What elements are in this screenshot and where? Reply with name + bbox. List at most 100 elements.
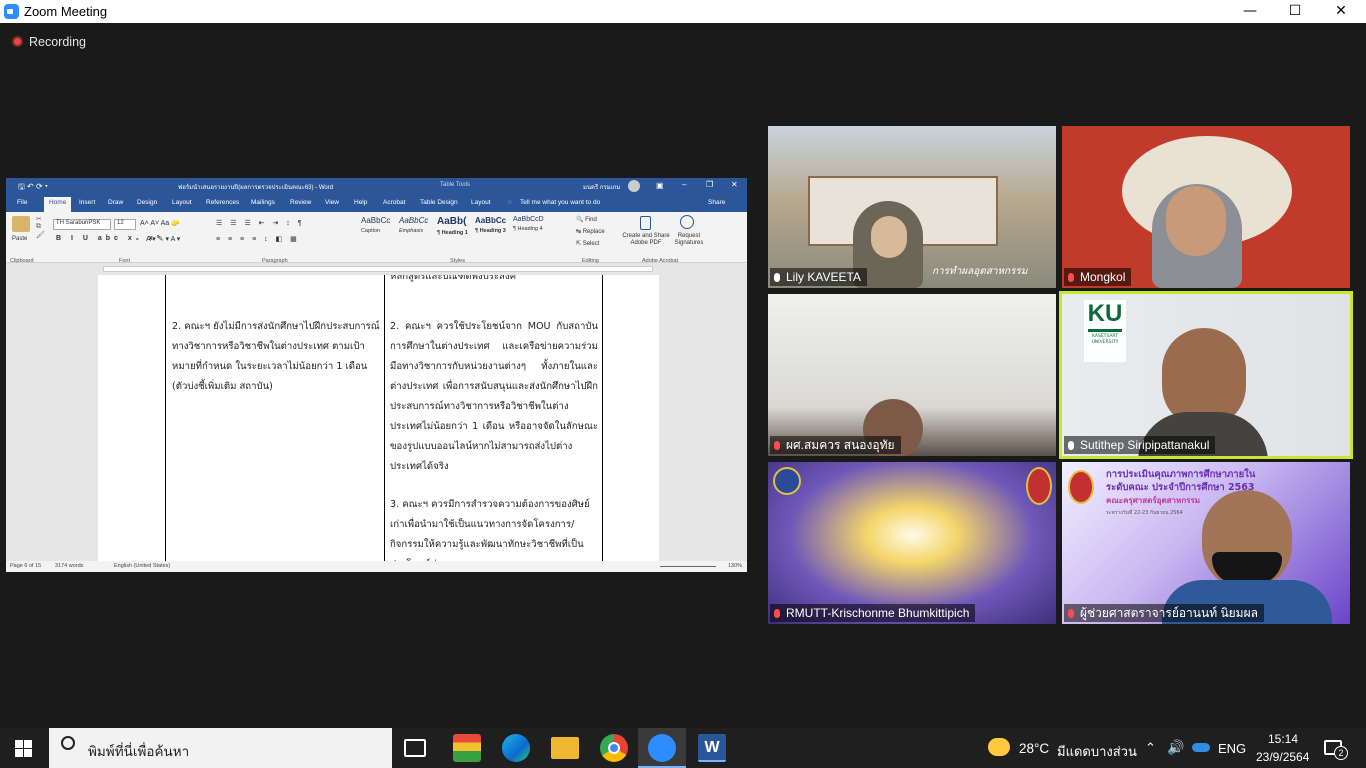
close-button[interactable]: ✕ — [1318, 0, 1364, 23]
tab-mailings[interactable]: Mailings — [251, 199, 275, 206]
font-size-select[interactable]: 12 — [114, 219, 136, 230]
input-language[interactable]: ENG — [1218, 741, 1246, 756]
request-signatures-button[interactable]: Request Signatures — [672, 233, 706, 247]
style-heading1[interactable]: AaBb(¶ Heading 1 — [437, 216, 474, 244]
document-area[interactable]: 2. คณะฯ ยังไม่มีการส่งนักศึกษาไปฝึกประสบ… — [6, 275, 747, 561]
tab-help[interactable]: Help — [354, 199, 367, 206]
word-doc-title: ฟอร์มนำเสนอรายงานปิ(ผลการตรวจประเมินคณะ6… — [178, 185, 334, 191]
mic-muted-icon — [1068, 609, 1074, 618]
participant-tile[interactable]: RMUTT-Krischonme Bhumkittipich — [768, 462, 1056, 624]
search-icon — [61, 736, 75, 750]
create-adobe-pdf-button[interactable]: Create and Share Adobe PDF — [620, 233, 672, 247]
tab-acrobat[interactable]: Acrobat — [383, 199, 405, 206]
quick-access-icons[interactable]: 🖫 ↶ ⟳ ▾ — [18, 181, 48, 195]
zoom-level[interactable]: 130% — [728, 563, 742, 569]
word-count[interactable]: 3174 words — [55, 563, 83, 569]
cell-suggestion-3[interactable]: 3. คณะฯ ควรมีการสำรวจความต้องการของศิษย์… — [390, 495, 598, 561]
zoom-taskbar-button[interactable] — [638, 728, 686, 768]
tray-chevron-icon[interactable]: ⌃ — [1145, 740, 1156, 756]
list-icons[interactable]: ☰ ☰ ☰ ⇤ ⇥ ↕ ¶ — [216, 219, 305, 227]
style-caption[interactable]: AaBbCc Caption — [361, 216, 398, 244]
recording-indicator[interactable]: Recording — [12, 35, 86, 49]
style-heading3[interactable]: AaBbCc ¶ Heading 3 — [475, 216, 512, 244]
windows-start-icon[interactable] — [15, 740, 32, 757]
cell-suggestion-2[interactable]: 2. คณะฯ ควรใช้ประโยชน์จาก MOU กับสถาบันก… — [390, 317, 598, 477]
adobe-pdf-icon — [640, 216, 651, 230]
language[interactable]: English (United States) — [114, 563, 170, 569]
recording-label: Recording — [29, 35, 86, 49]
weather-icon[interactable] — [988, 738, 1010, 756]
word-minimize-icon[interactable]: – — [682, 180, 686, 189]
zoom-slider[interactable] — [660, 566, 716, 567]
volume-icon[interactable]: 🔊 — [1167, 739, 1184, 756]
page-count[interactable]: Page 6 of 15 — [10, 563, 41, 569]
university-logo-left — [773, 467, 801, 495]
participant-tile-active-speaker[interactable]: KU KASETSART UNIVERSITY Sutithep Siripip… — [1059, 291, 1353, 459]
replace-button[interactable]: ↹ Replace — [576, 228, 605, 235]
participant-face — [871, 216, 907, 258]
participant-tile[interactable]: ผศ.สมควร สนองอุทัย — [768, 294, 1056, 456]
cell-suggestion-continued[interactable]: หลักสูตรและบัณฑิตพึงประสงค์ — [390, 275, 598, 287]
ribbon-display-icon[interactable]: ▣ — [656, 181, 664, 190]
taskbar-search-box[interactable]: พิมพ์ที่นี่เพื่อค้นหา — [49, 728, 392, 768]
clock-date[interactable]: 23/9/2564 — [1256, 750, 1309, 764]
edge-icon[interactable] — [502, 734, 530, 762]
horizontal-ruler[interactable] — [6, 263, 747, 275]
notification-count: 2 — [1334, 746, 1348, 760]
tab-design[interactable]: Design — [137, 199, 157, 206]
style-heading4[interactable]: AaBbCcD ¶ Heading 4 — [513, 216, 550, 244]
style-emphasis[interactable]: AaBbCc Emphasis — [399, 216, 436, 244]
tab-file[interactable]: File — [17, 199, 27, 206]
participant-tile[interactable]: Mongkol — [1062, 126, 1350, 288]
tell-me-search[interactable]: Tell me what you want to do — [520, 199, 600, 206]
document-page[interactable]: 2. คณะฯ ยังไม่มีการส่งนักศึกษาไปฝึกประสบ… — [98, 275, 659, 561]
tab-review[interactable]: Review — [290, 199, 311, 206]
participant-tile[interactable]: การทำผลอุตสาหกรรม Lily KAVEETA — [768, 126, 1056, 288]
weather-temp[interactable]: 28°C — [1019, 741, 1049, 756]
onedrive-icon[interactable] — [1192, 743, 1210, 752]
align-icons[interactable]: ≡ ≡ ≡ ≡ ↕ ◧ ▦ — [216, 235, 300, 243]
share-button[interactable]: Share — [708, 199, 725, 206]
font-name-select[interactable]: TH SarabunPSK — [53, 219, 111, 230]
mic-muted-icon — [774, 609, 780, 618]
mic-muted-icon — [774, 441, 780, 450]
tab-view[interactable]: View — [325, 199, 339, 206]
recording-dot-icon — [12, 36, 23, 47]
font-color-icons[interactable]: A ▾ ✎ ▾ A ▾ — [146, 235, 180, 243]
participant-name: RMUTT-Krischonme Bhumkittipich — [770, 604, 976, 622]
tab-insert[interactable]: Insert — [79, 199, 95, 206]
maximize-button[interactable]: ☐ — [1272, 0, 1318, 23]
participant-tile[interactable]: การประเมินคุณภาพการศึกษาภายใน ระดับคณะ ป… — [1062, 462, 1350, 624]
participant-face — [1166, 186, 1226, 256]
word-titlebar: 🖫 ↶ ⟳ ▾ ฟอร์มนำเสนอรายงานปิ(ผลการตรวจประ… — [6, 178, 747, 194]
clipboard-tools-icon[interactable]: ✂ ⧉ 🖌 — [36, 215, 45, 239]
word-icon[interactable]: W — [698, 734, 726, 762]
tab-draw[interactable]: Draw — [108, 199, 123, 206]
mic-icon — [774, 273, 780, 282]
minimize-button[interactable]: — — [1227, 0, 1273, 23]
task-view-icon[interactable] — [404, 739, 426, 757]
tab-layout[interactable]: Layout — [172, 199, 192, 206]
word-restore-icon[interactable]: ❐ — [706, 180, 713, 189]
paste-label[interactable]: Paste — [12, 236, 27, 242]
tab-references[interactable]: References — [206, 199, 239, 206]
word-user-name: มนตรี กรมเกม — [583, 185, 621, 191]
winrar-icon[interactable] — [453, 734, 481, 762]
file-explorer-icon[interactable] — [551, 737, 579, 759]
weather-text[interactable]: มีแดดบางส่วน — [1057, 741, 1137, 762]
word-status-bar: Page 6 of 15 3174 words English (United … — [6, 561, 747, 572]
select-button[interactable]: ⇱ Select — [576, 240, 599, 247]
tab-table-design[interactable]: Table Design — [420, 199, 458, 206]
clock-time[interactable]: 15:14 — [1268, 732, 1298, 746]
cell-issue-2[interactable]: 2. คณะฯ ยังไม่มีการส่งนักศึกษาไปฝึกประสบ… — [172, 317, 380, 397]
font-grow-shrink-icon[interactable]: A˄ A˅ Aa 🧽 — [140, 219, 180, 227]
search-placeholder: พิมพ์ที่นี่เพื่อค้นหา — [88, 744, 190, 759]
paste-icon[interactable] — [12, 216, 30, 232]
word-close-icon[interactable]: ✕ — [731, 180, 738, 189]
table-border-middle — [384, 275, 385, 561]
tab-table-layout[interactable]: Layout — [471, 199, 491, 206]
user-avatar[interactable] — [628, 180, 640, 192]
find-button[interactable]: 🔍 Find — [576, 216, 597, 223]
chrome-icon[interactable] — [600, 734, 628, 762]
tab-home[interactable]: Home — [44, 197, 72, 212]
